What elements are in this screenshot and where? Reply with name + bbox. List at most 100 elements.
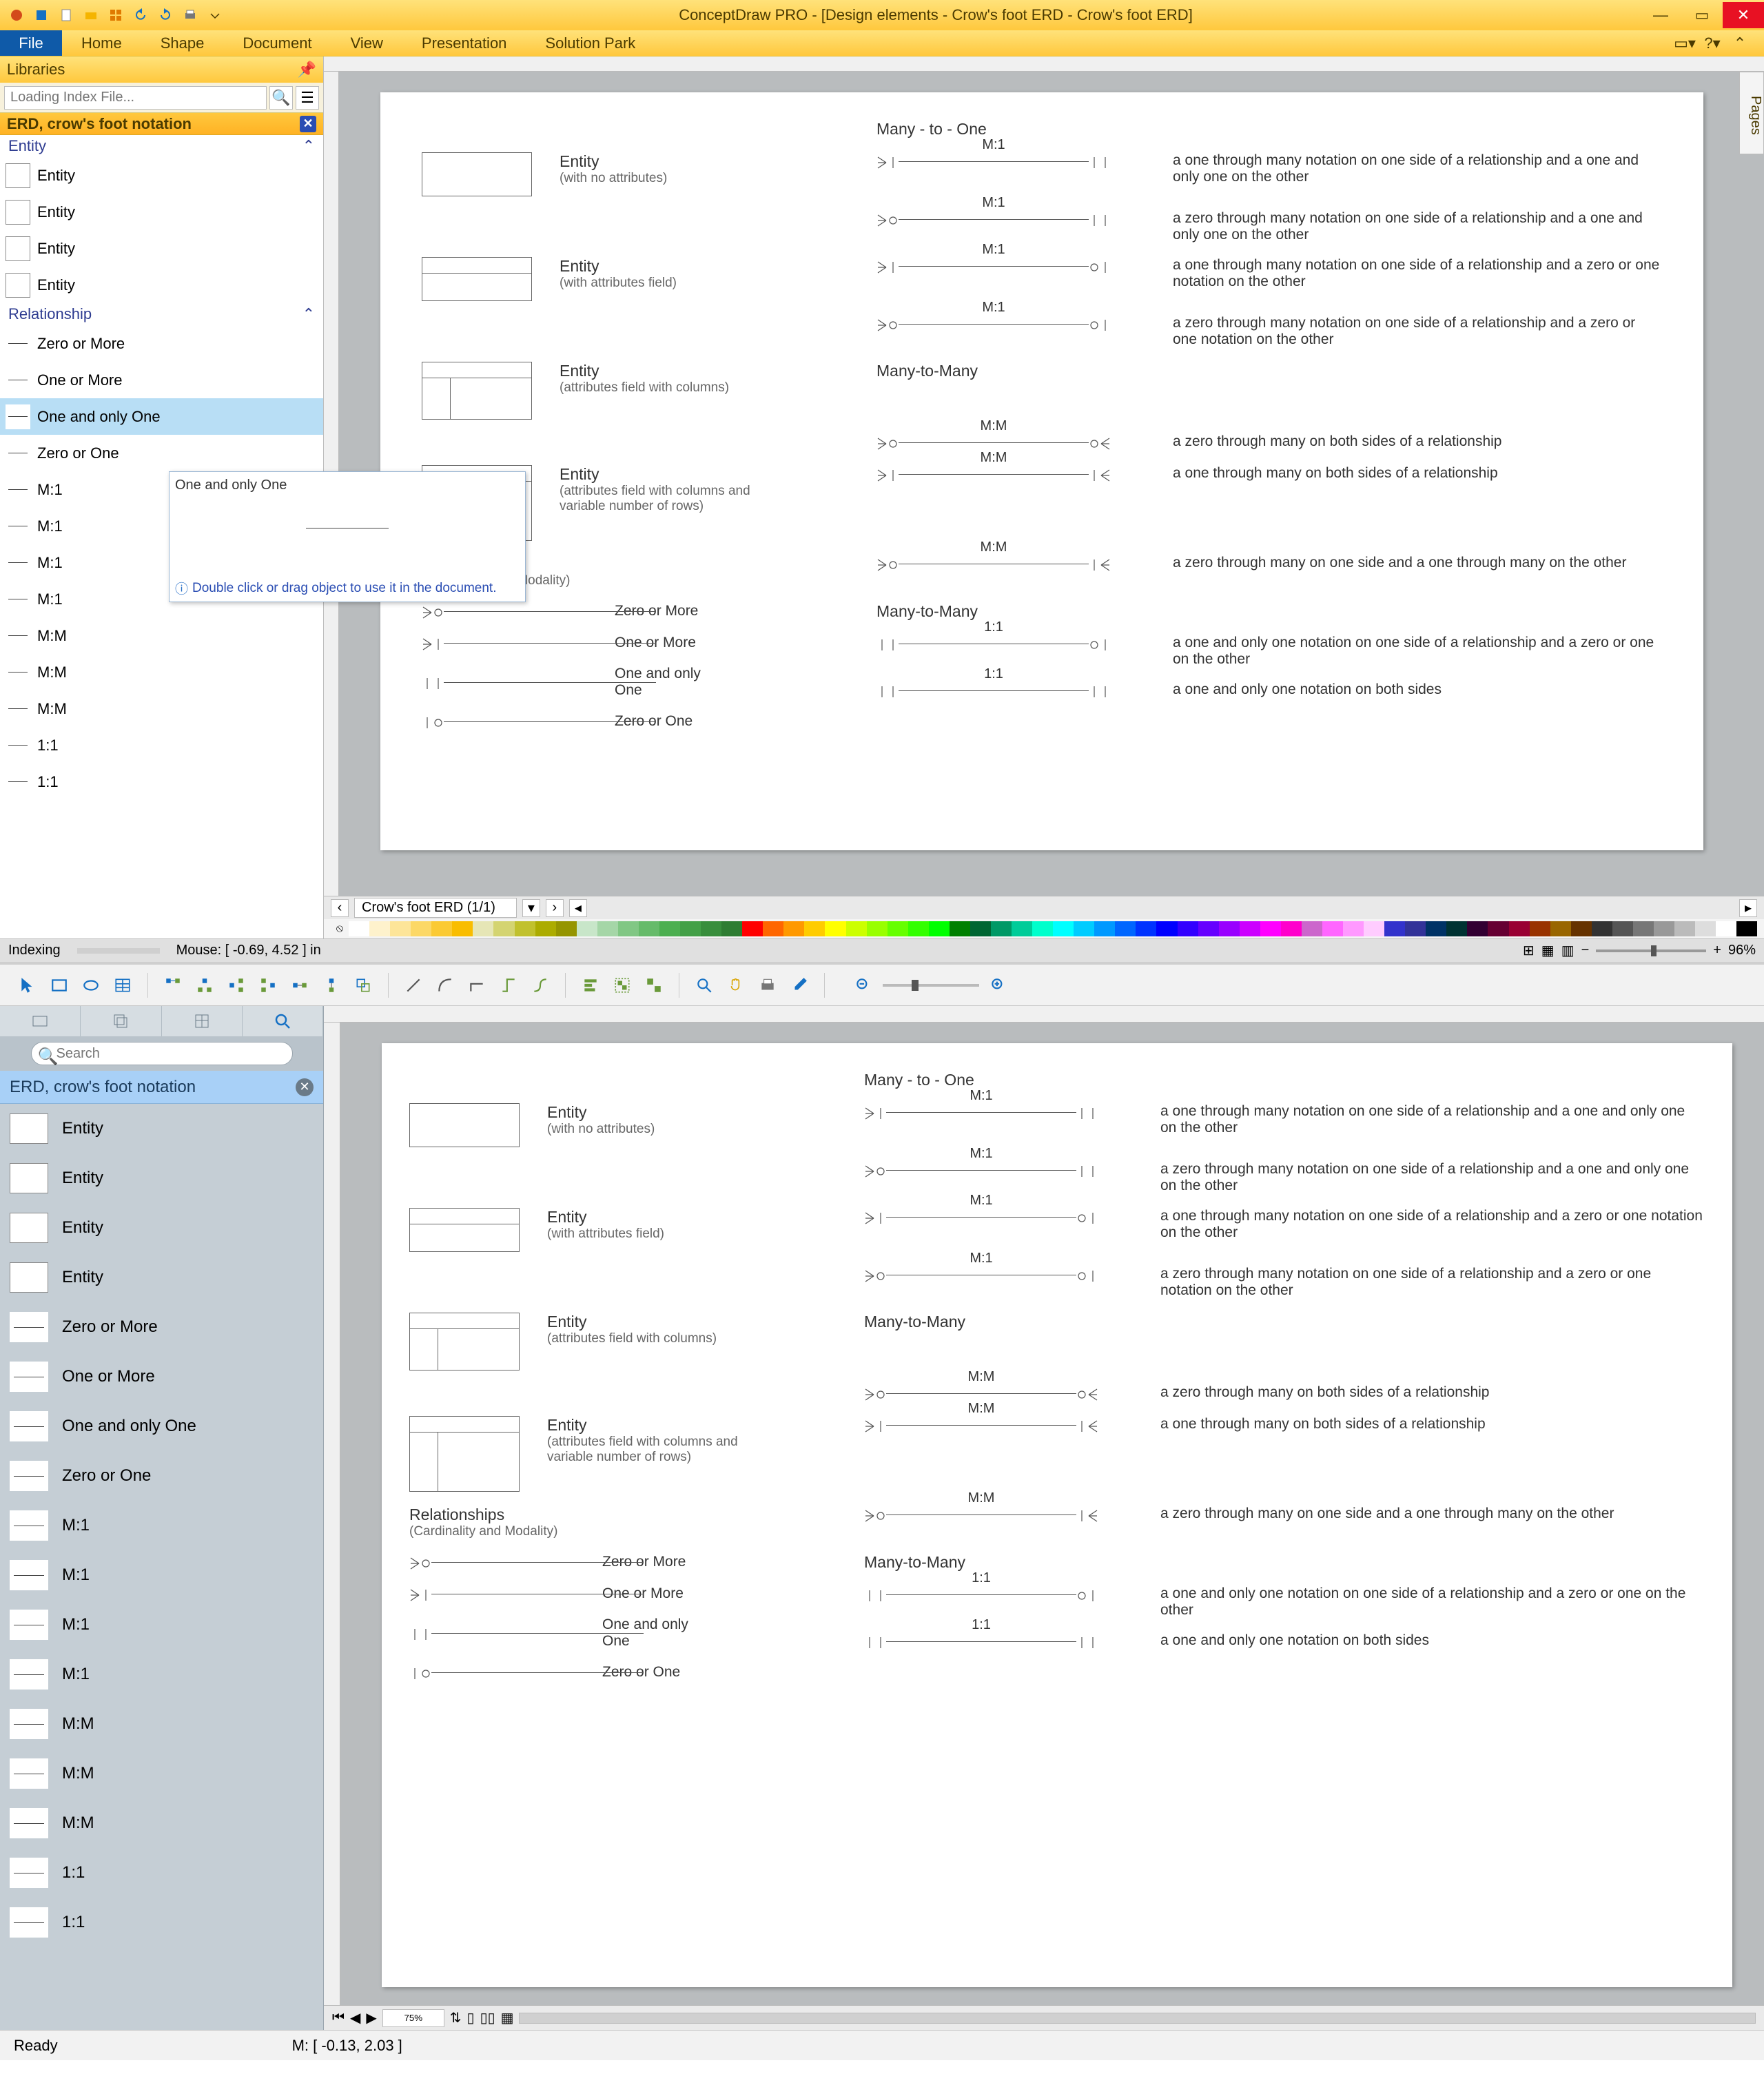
clone-icon[interactable] xyxy=(349,972,377,999)
ribbon-tab-document[interactable]: Document xyxy=(223,30,331,56)
tree-horiz-icon[interactable] xyxy=(159,972,187,999)
library-item[interactable]: 1:1 xyxy=(0,1898,323,1947)
qat-new-icon[interactable] xyxy=(55,4,77,26)
color-swatch[interactable] xyxy=(535,921,556,936)
color-swatch[interactable] xyxy=(597,921,618,936)
color-swatch[interactable] xyxy=(1592,921,1612,936)
ribbon-window-icon[interactable]: ▭▾ xyxy=(1674,33,1695,54)
pages-panel-tab[interactable]: Pages xyxy=(1739,72,1764,154)
qat-open-icon[interactable] xyxy=(80,4,102,26)
tool-ellipse-icon[interactable] xyxy=(77,972,105,999)
library-item[interactable]: M:1 xyxy=(0,1600,323,1650)
search-icon[interactable]: 🔍 xyxy=(269,86,293,110)
library-close-icon[interactable]: ✕ xyxy=(296,1078,314,1096)
guides-icon[interactable]: ▥ xyxy=(1561,942,1575,959)
library-item[interactable]: M:M xyxy=(0,654,323,690)
color-swatch[interactable] xyxy=(950,921,970,936)
tab-next-icon[interactable]: › xyxy=(546,899,564,917)
library-item[interactable]: 1:1 xyxy=(0,763,323,800)
color-swatch[interactable] xyxy=(804,921,825,936)
ribbon-file[interactable]: File xyxy=(0,30,62,56)
side-tab-shapes[interactable] xyxy=(0,1006,81,1036)
color-swatch[interactable] xyxy=(1736,921,1757,936)
color-swatch[interactable] xyxy=(1446,921,1467,936)
zoom-slider[interactable] xyxy=(883,984,979,987)
library-search-input[interactable] xyxy=(4,86,267,110)
color-swatch[interactable] xyxy=(1509,921,1530,936)
canvas-page[interactable]: Many - to - One Entity(with no attribute… xyxy=(380,92,1703,850)
color-swatch[interactable] xyxy=(1094,921,1115,936)
connector-round-icon[interactable] xyxy=(526,972,554,999)
pin-icon[interactable]: 📌 xyxy=(298,61,316,79)
color-swatch[interactable] xyxy=(1384,921,1405,936)
color-swatch[interactable] xyxy=(431,921,452,936)
color-swatch[interactable] xyxy=(783,921,804,936)
tree-vert-icon[interactable] xyxy=(191,972,218,999)
chain-down-icon[interactable] xyxy=(318,972,345,999)
color-swatch[interactable] xyxy=(1654,921,1674,936)
library-item[interactable]: Entity xyxy=(0,267,323,303)
tool-pointer-icon[interactable] xyxy=(14,972,41,999)
color-swatch[interactable] xyxy=(1136,921,1156,936)
qat-print-icon[interactable] xyxy=(179,4,201,26)
maximize-button[interactable]: ▭ xyxy=(1681,2,1723,28)
zoom-out-icon[interactable] xyxy=(850,972,877,999)
ribbon-tab-solution-park[interactable]: Solution Park xyxy=(526,30,655,56)
connector-line-icon[interactable] xyxy=(400,972,427,999)
color-swatch[interactable] xyxy=(680,921,701,936)
library-item[interactable]: Entity xyxy=(0,1203,323,1253)
zoom-stepper-icon[interactable]: ⇅ xyxy=(450,2009,462,2026)
color-swatch[interactable] xyxy=(452,921,473,936)
library-item[interactable]: One or More xyxy=(0,1352,323,1402)
qat-more-icon[interactable] xyxy=(204,4,226,26)
zoom-slider[interactable] xyxy=(1596,949,1706,952)
color-swatch[interactable] xyxy=(991,921,1012,936)
view-mode-2-icon[interactable]: ▯▯ xyxy=(480,2009,495,2026)
color-swatch[interactable] xyxy=(1633,921,1654,936)
qat-app-icon[interactable] xyxy=(6,4,28,26)
color-swatch[interactable] xyxy=(1281,921,1302,936)
library-item[interactable]: M:1 xyxy=(0,1650,323,1699)
color-swatch[interactable] xyxy=(390,921,411,936)
color-swatch[interactable] xyxy=(970,921,991,936)
view-mode-1-icon[interactable]: ▯ xyxy=(467,2009,475,2026)
color-swatch[interactable] xyxy=(1053,921,1074,936)
library-item[interactable]: Entity xyxy=(0,194,323,230)
align-icon[interactable] xyxy=(577,972,604,999)
library-close-icon[interactable]: ✕ xyxy=(300,116,316,132)
library-item[interactable]: 1:1 xyxy=(0,727,323,763)
color-swatch[interactable] xyxy=(1488,921,1508,936)
page-nav-next-icon[interactable]: ▶ xyxy=(366,2009,376,2026)
color-swatch[interactable] xyxy=(369,921,390,936)
ribbon-collapse-icon[interactable]: ⌃ xyxy=(1730,33,1750,54)
library-item[interactable]: M:M xyxy=(0,690,323,727)
qat-gallery-icon[interactable] xyxy=(105,4,127,26)
zoom-percent[interactable]: 96% xyxy=(1728,943,1756,958)
no-color-icon[interactable]: ⦸ xyxy=(331,921,349,936)
color-swatch[interactable] xyxy=(618,921,639,936)
color-swatch[interactable] xyxy=(721,921,742,936)
tab-dropdown-icon[interactable]: ▾ xyxy=(522,899,540,917)
color-swatch[interactable] xyxy=(1571,921,1592,936)
color-swatch[interactable] xyxy=(1302,921,1322,936)
tab-scroll-left-icon[interactable]: ◂ xyxy=(569,899,587,917)
connector-smart-icon[interactable] xyxy=(495,972,522,999)
ungroup-icon[interactable] xyxy=(640,972,668,999)
tab-prev-icon[interactable]: ‹ xyxy=(331,899,349,917)
library-item[interactable]: Entity xyxy=(0,1153,323,1203)
eyedropper-icon[interactable] xyxy=(786,972,813,999)
library-item[interactable]: Zero or More xyxy=(0,1302,323,1352)
color-swatch[interactable] xyxy=(1695,921,1716,936)
color-swatch[interactable] xyxy=(1405,921,1426,936)
library-item[interactable]: Entity xyxy=(0,1104,323,1153)
color-swatch[interactable] xyxy=(659,921,680,936)
ribbon-tab-presentation[interactable]: Presentation xyxy=(402,30,526,56)
color-swatch[interactable] xyxy=(1012,921,1032,936)
library-item[interactable]: Zero or One xyxy=(0,435,323,471)
side-tab-layers[interactable] xyxy=(81,1006,161,1036)
color-swatch[interactable] xyxy=(349,921,369,936)
color-swatch[interactable] xyxy=(1550,921,1571,936)
color-swatch[interactable] xyxy=(639,921,659,936)
color-swatch[interactable] xyxy=(701,921,721,936)
color-swatch[interactable] xyxy=(1074,921,1094,936)
